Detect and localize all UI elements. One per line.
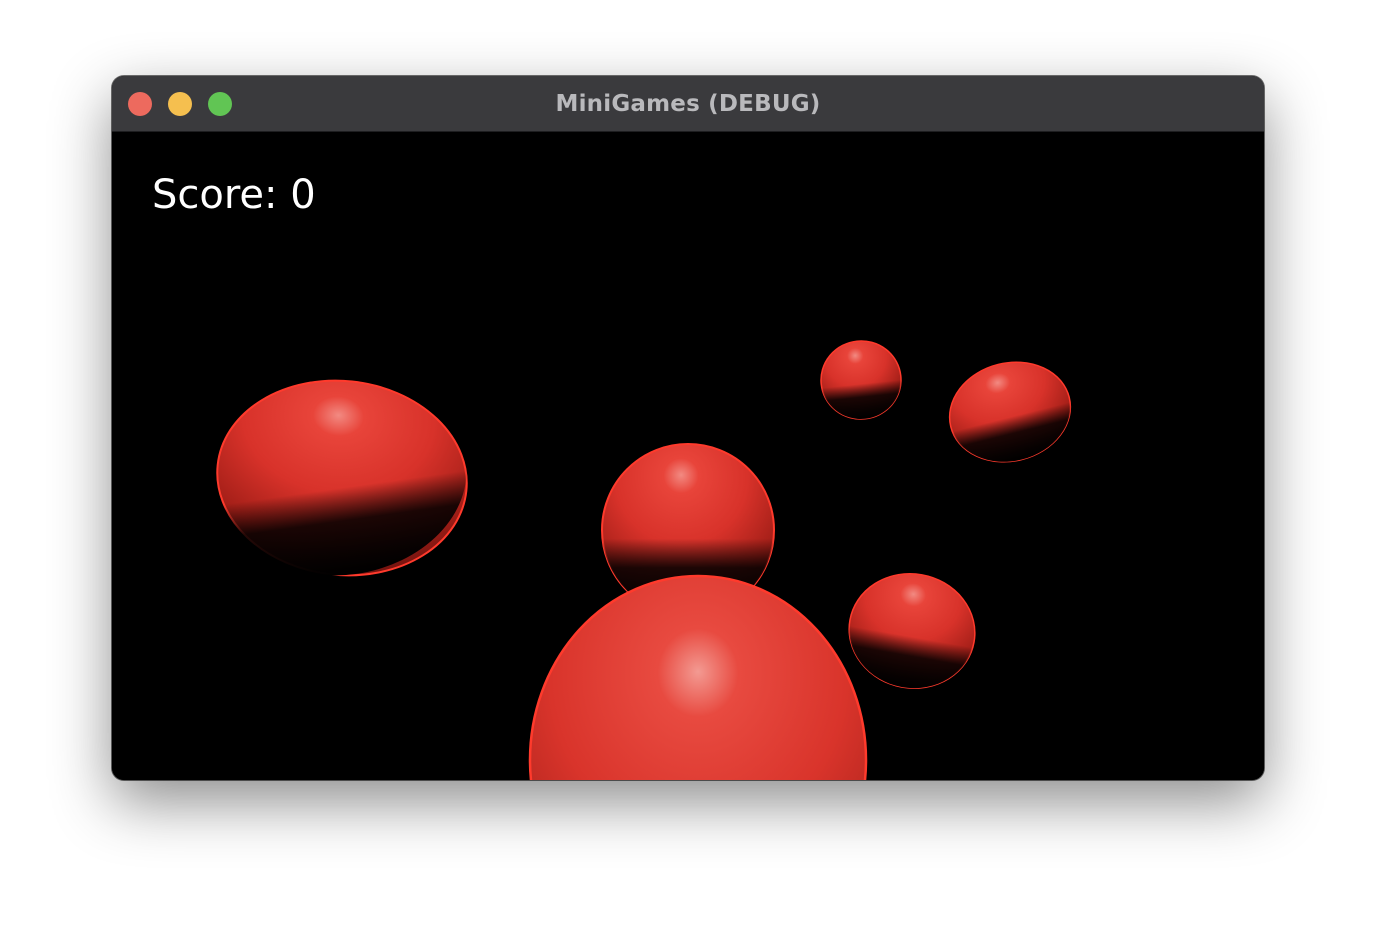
window-title: MiniGames (DEBUG) — [555, 91, 821, 117]
ball[interactable] — [528, 574, 868, 780]
ball[interactable] — [817, 337, 905, 423]
ball[interactable] — [939, 350, 1081, 475]
ball[interactable] — [205, 365, 480, 592]
title-bar[interactable]: MiniGames (DEBUG) — [112, 76, 1264, 132]
ball[interactable] — [840, 564, 984, 698]
game-viewport[interactable]: Score: 0 — [112, 132, 1264, 780]
game-window: MiniGames (DEBUG) Score: 0 — [112, 76, 1264, 780]
score-label: Score: 0 — [152, 172, 316, 218]
game-scene[interactable] — [112, 132, 1264, 780]
